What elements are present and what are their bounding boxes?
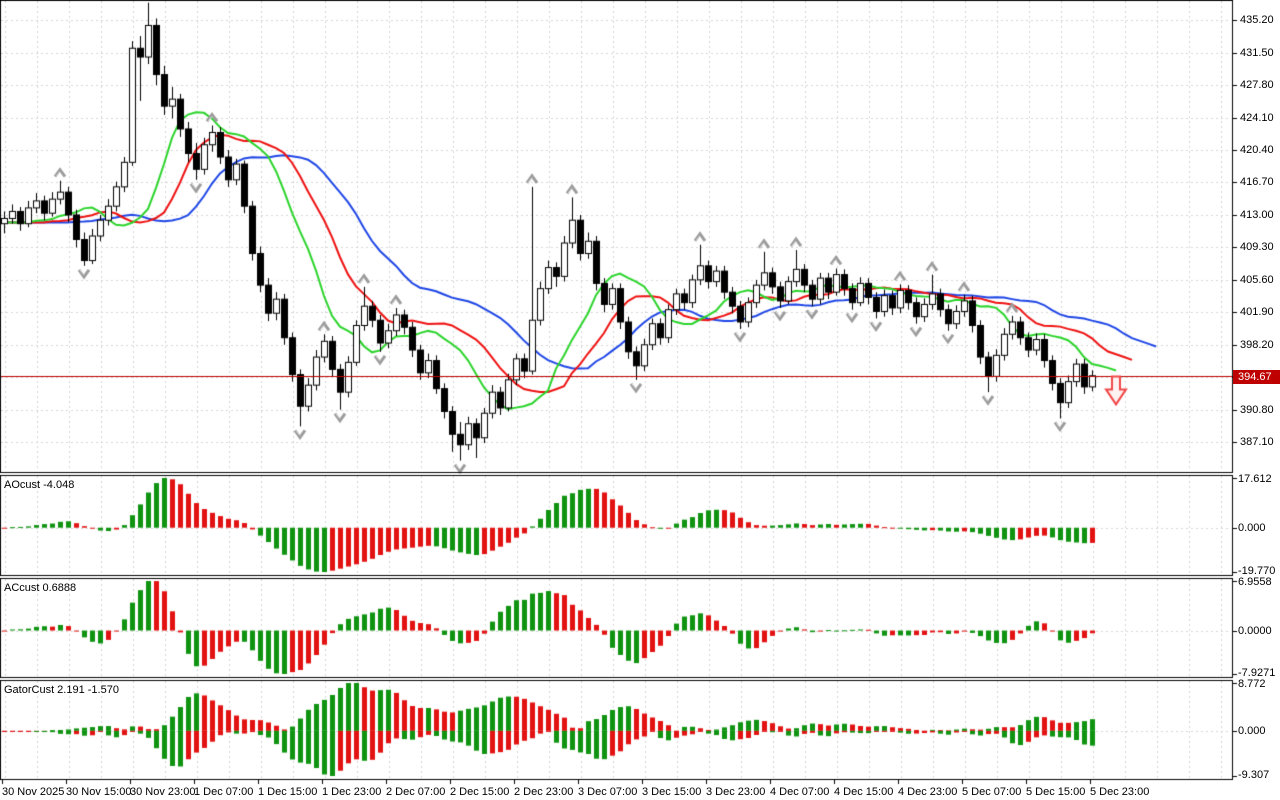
time-axis-label: 5 Dec 15:00 [1026,786,1085,798]
time-axis-label: 1 Dec 23:00 [322,786,381,798]
price-tick-label: 420.40 [1240,144,1274,156]
indicator-scale-label: 17.612 [1238,473,1272,485]
time-axis-label: 2 Dec 15:00 [450,786,509,798]
time-axis-label: 3 Dec 15:00 [642,786,701,798]
indicator-scale-label: 6.9558 [1238,576,1272,588]
indicator-scale-label: 0.000 [1238,725,1266,737]
time-axis-label: 2 Dec 07:00 [386,786,445,798]
price-tick-label: 409.30 [1240,241,1274,253]
time-axis-label: 30 Nov 23:00 [130,786,195,798]
chart-canvas[interactable] [0,0,1280,800]
indicator-label-ao: AOcust -4.048 [4,479,74,492]
time-axis-label: 30 Nov 2025 [2,786,64,798]
indicator-label-ac: ACcust 0.6888 [4,582,76,595]
price-tick-label: 435.20 [1240,14,1274,26]
time-axis-label: 1 Dec 07:00 [194,786,253,798]
time-axis-label: 5 Dec 07:00 [962,786,1021,798]
indicator-scale-label: -9.307 [1238,769,1269,781]
price-tick-label: 398.20 [1240,339,1274,351]
time-axis-label: 2 Dec 23:00 [514,786,573,798]
current-price-badge: 394.67 [1233,370,1280,384]
indicator-label-gator: GatorCust 2.191 -1.570 [4,684,119,697]
trading-chart-window: AOcust -4.048 ACcust 0.6888 GatorCust 2.… [0,0,1280,800]
time-axis-label: 4 Dec 07:00 [770,786,829,798]
time-axis-label: 3 Dec 07:00 [578,786,637,798]
price-tick-label: 387.10 [1240,436,1274,448]
price-tick-label: 413.00 [1240,209,1274,221]
indicator-scale-label: 0.0000 [1238,625,1272,637]
indicator-scale-label: 8.772 [1238,678,1266,690]
price-tick-label: 427.80 [1240,79,1274,91]
indicator-scale-label: 0.000 [1238,522,1266,534]
price-tick-label: 401.90 [1240,306,1274,318]
price-tick-label: 431.50 [1240,47,1274,59]
time-axis-label: 4 Dec 15:00 [834,786,893,798]
price-tick-label: 424.10 [1240,112,1274,124]
time-axis-label: 30 Nov 15:00 [66,786,131,798]
time-axis-label: 4 Dec 23:00 [898,786,957,798]
price-tick-label: 390.80 [1240,404,1274,416]
price-tick-label: 416.70 [1240,176,1274,188]
price-tick-label: 405.60 [1240,274,1274,286]
time-axis-label: 1 Dec 15:00 [258,786,317,798]
time-axis-label: 3 Dec 23:00 [706,786,765,798]
time-axis-label: 5 Dec 23:00 [1090,786,1149,798]
